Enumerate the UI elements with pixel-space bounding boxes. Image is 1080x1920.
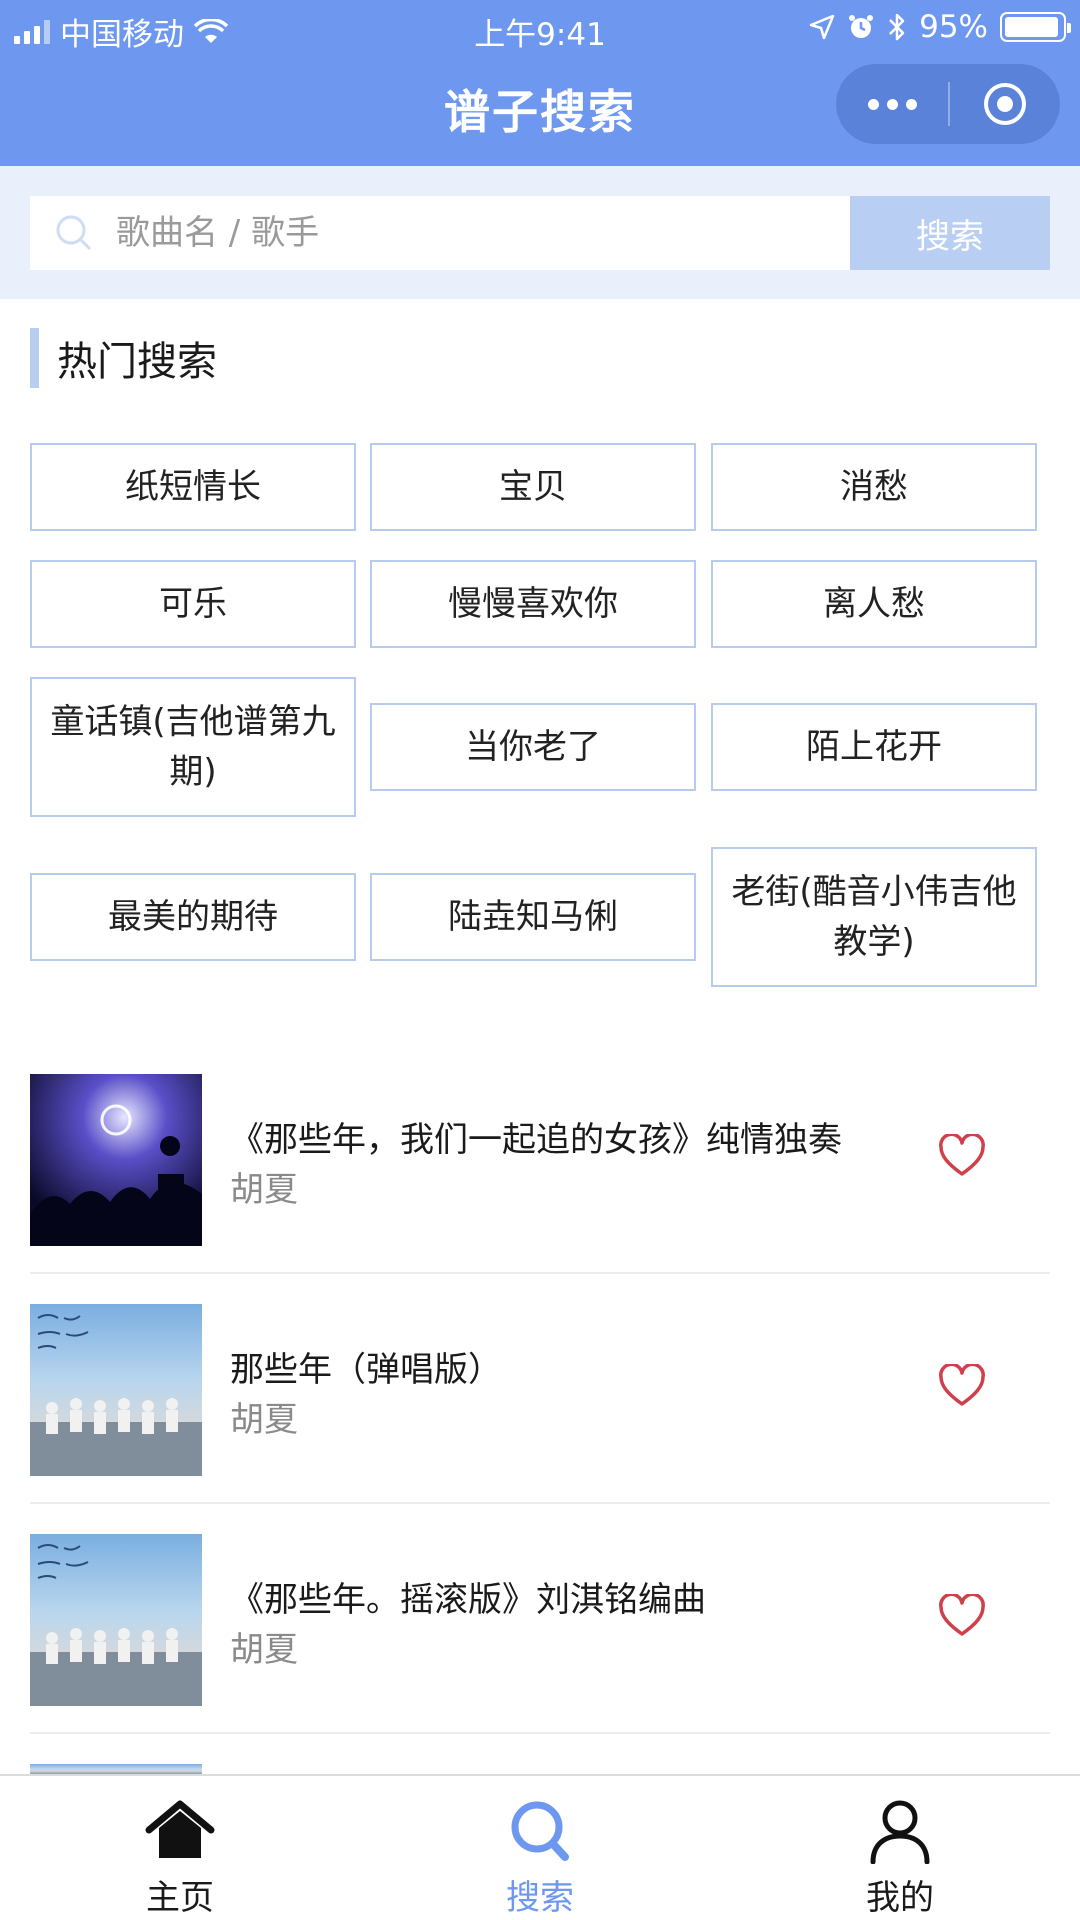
hot-search-title: 热门搜索	[57, 339, 217, 385]
favorite-heart-icon[interactable]	[938, 1594, 986, 1638]
result-title: 那些年（弹唱版）	[230, 1350, 502, 1390]
hot-tag[interactable]: 纸短情长	[30, 443, 356, 531]
tab-home[interactable]: 主页	[0, 1776, 360, 1920]
result-title: 《那些年，我们一起追的女孩》纯情独奏	[230, 1120, 842, 1160]
location-icon	[809, 14, 835, 40]
close-target-icon	[984, 83, 1026, 125]
row-divider	[30, 1502, 1050, 1504]
hot-tag[interactable]: 老街(酷音小伟吉他教学)	[711, 847, 1037, 987]
album-cover-partial	[30, 1764, 202, 1774]
alarm-icon	[849, 15, 874, 38]
more-icon	[867, 98, 879, 110]
hot-tag[interactable]: 慢慢喜欢你	[370, 560, 696, 648]
search-button[interactable]: 搜索	[850, 196, 1050, 270]
result-title: 《那些年。摇滚版》刘淇铭编曲	[230, 1580, 706, 1620]
more-button[interactable]	[836, 64, 948, 144]
hot-tag[interactable]: 陆垚知马俐	[370, 873, 696, 961]
bluetooth-icon	[889, 13, 905, 41]
battery-percent: 95%	[919, 9, 988, 45]
result-item[interactable]: 《那些年。摇滚版》刘淇铭编曲 胡夏	[30, 1534, 1050, 1706]
hot-tag[interactable]: 当你老了	[370, 703, 696, 791]
hot-tag[interactable]: 离人愁	[711, 560, 1037, 648]
tab-search[interactable]: 搜索	[360, 1776, 720, 1920]
tab-bar: 主页 搜索 我的	[0, 1774, 1080, 1920]
result-artist: 胡夏	[230, 1630, 298, 1670]
result-item[interactable]: 《那些年，我们一起追的女孩》纯情独奏 胡夏	[30, 1074, 1050, 1246]
hot-tag[interactable]: 陌上花开	[711, 703, 1037, 791]
favorite-heart-icon[interactable]	[938, 1364, 986, 1408]
hot-search-heading: 热门搜索	[30, 328, 217, 388]
hot-tag[interactable]: 童话镇(吉他谱第九期)	[30, 677, 356, 817]
tab-label: 我的	[866, 1878, 934, 1918]
close-button[interactable]	[950, 64, 1060, 144]
result-item[interactable]: 那些年（弹唱版） 胡夏	[30, 1304, 1050, 1476]
search-input[interactable]	[116, 213, 816, 253]
search-area: 搜索	[0, 166, 1080, 299]
search-icon	[56, 215, 92, 251]
result-artist: 胡夏	[230, 1400, 298, 1440]
search-box	[30, 196, 850, 270]
header: 中国移动 上午9:41 95% 谱子搜索	[0, 0, 1080, 166]
tab-label: 主页	[146, 1878, 214, 1918]
hot-tag[interactable]: 最美的期待	[30, 873, 356, 961]
home-icon	[145, 1800, 215, 1858]
battery-icon	[1000, 12, 1071, 42]
row-divider	[30, 1732, 1050, 1734]
favorite-heart-icon[interactable]	[938, 1134, 986, 1178]
album-cover	[30, 1074, 202, 1246]
result-artist: 胡夏	[230, 1170, 298, 1210]
hot-tag[interactable]: 消愁	[711, 443, 1037, 531]
tab-label: 搜索	[506, 1878, 574, 1918]
miniprogram-capsule	[836, 64, 1060, 144]
album-cover	[30, 1534, 202, 1706]
search-icon	[511, 1801, 569, 1861]
status-bar: 中国移动 上午9:41 95%	[0, 0, 1080, 56]
tab-profile[interactable]: 我的	[720, 1776, 1080, 1920]
album-cover	[30, 1304, 202, 1476]
hot-tag[interactable]: 宝贝	[370, 443, 696, 531]
heading-accent-bar	[30, 328, 39, 388]
user-icon	[870, 1800, 930, 1864]
hot-tag[interactable]: 可乐	[30, 560, 356, 648]
row-divider	[30, 1272, 1050, 1274]
